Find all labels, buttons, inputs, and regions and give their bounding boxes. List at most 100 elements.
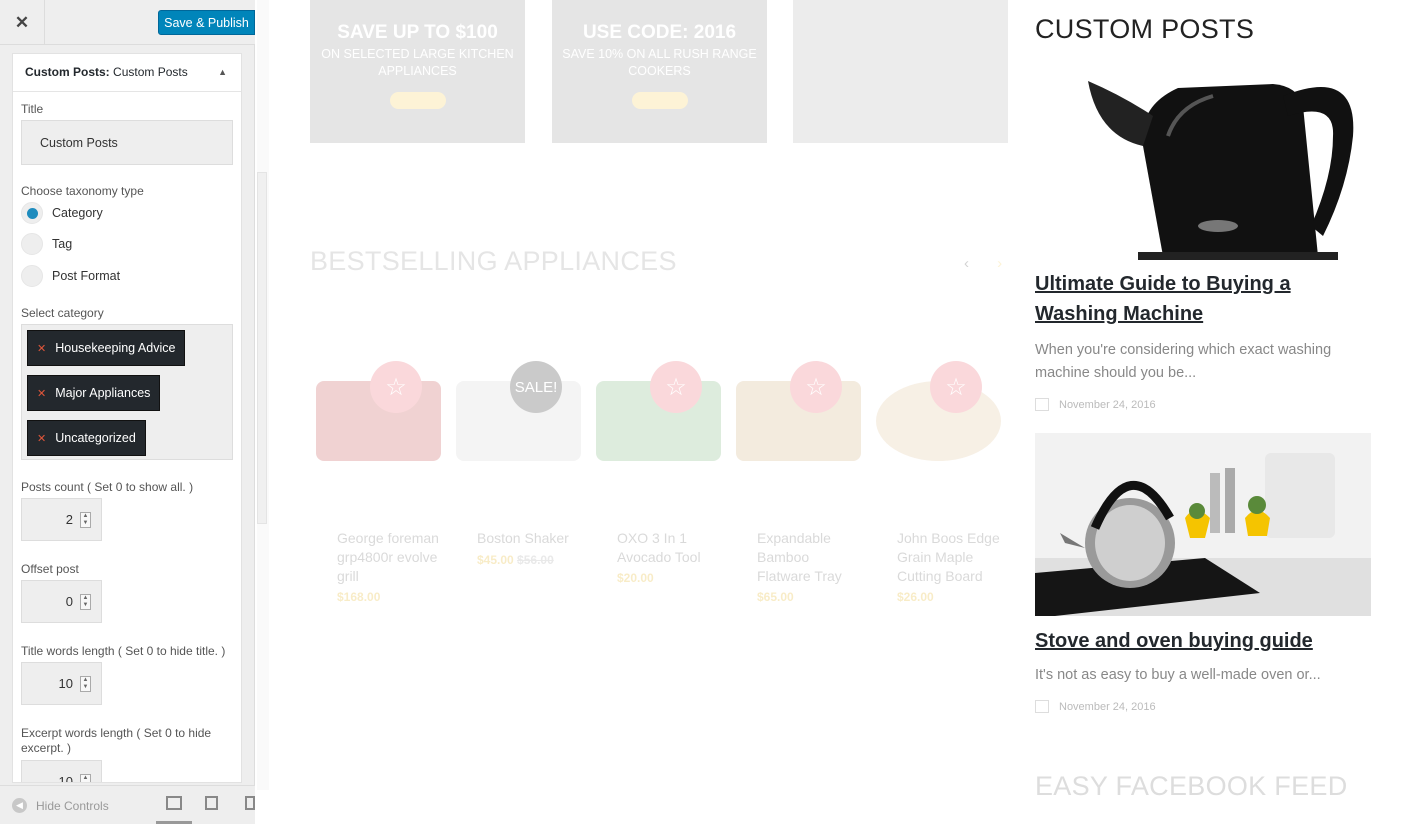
star-icon[interactable]: ☆: [650, 361, 702, 413]
posts-count-value: 2: [65, 512, 73, 527]
category-chip[interactable]: ✕ Uncategorized: [27, 420, 146, 456]
chip-label: Housekeeping Advice: [55, 341, 176, 355]
post-title-link[interactable]: Ultimate Guide to Buying a Washing Machi…: [1035, 269, 1375, 329]
close-icon[interactable]: ✕: [0, 0, 45, 45]
sale-badge: SALE!: [510, 361, 562, 413]
promo-heading: USE CODE: 2016: [582, 22, 737, 43]
post-excerpt: When you're considering which exact wash…: [1035, 342, 1332, 381]
chevron-right-icon[interactable]: ›: [997, 255, 1002, 272]
spinner-icon[interactable]: ▲▼: [80, 512, 91, 528]
post-title-link[interactable]: Stove and oven buying guide: [1035, 626, 1375, 656]
hide-controls-button[interactable]: ◀ Hide Controls: [12, 798, 109, 813]
radio-tag[interactable]: Tag: [21, 233, 72, 255]
calendar-icon: [1035, 700, 1049, 713]
promo-subtext: ON SELECTED LARGE KITCHEN APPLIANCES: [321, 47, 514, 78]
product-card[interactable]: ☆ John Boos Edge Grain Maple Cutting Boa…: [870, 336, 1010, 621]
post-image-stove[interactable]: [1035, 433, 1371, 616]
old-price: $56.00: [517, 553, 554, 567]
excerpt-words-label: Excerpt words length ( Set 0 to hide exc…: [21, 726, 212, 755]
taxonomy-label: Choose taxonomy type: [21, 184, 144, 198]
category-multiselect[interactable]: ✕ Housekeeping Advice ✕ Major Appliances…: [21, 324, 233, 460]
post-date-text: November 24, 2016: [1059, 700, 1156, 713]
facebook-feed-title: EASY FACEBOOK FEED: [1035, 771, 1348, 801]
posts-count-input[interactable]: 2 ▲ ▼: [21, 498, 102, 541]
product-price: $65.00: [757, 590, 794, 604]
site-preview: SAVE UP TO $100 ON SELECTED LARGE KITCHE…: [269, 0, 1411, 824]
radio-label: Category: [52, 206, 103, 220]
tablet-icon[interactable]: [205, 796, 218, 810]
promo-banner[interactable]: SAVE UP TO $100 ON SELECTED LARGE KITCHE…: [310, 0, 525, 143]
product-price: $20.00: [617, 571, 654, 585]
product-name[interactable]: OXO 3 In 1 Avocado Tool: [617, 529, 725, 567]
customizer-header: ✕ Save & Publish: [0, 0, 255, 45]
promo-banner[interactable]: [793, 0, 1008, 143]
title-words-label: Title words length ( Set 0 to hide title…: [21, 644, 226, 658]
section-title: BESTSELLING APPLIANCES: [310, 246, 677, 276]
post-excerpt: It's not as easy to buy a well-made oven…: [1035, 667, 1321, 683]
calendar-icon: [1035, 398, 1049, 411]
brand-badge: [1198, 220, 1238, 232]
category-chip[interactable]: ✕ Housekeeping Advice: [27, 330, 186, 366]
radio-label: Tag: [52, 237, 73, 251]
product-name[interactable]: Expandable Bamboo Flatware Tray: [757, 529, 865, 586]
remove-icon[interactable]: ✕: [37, 342, 46, 355]
save-publish-button[interactable]: Save & Publish: [158, 10, 255, 35]
radio-category[interactable]: Category: [21, 202, 103, 224]
promo-button[interactable]: [389, 92, 446, 109]
spinner-icon[interactable]: ▲▼: [80, 676, 91, 692]
spinner-icon[interactable]: ▲▼: [80, 594, 91, 610]
product-name[interactable]: Boston Shaker: [477, 529, 585, 548]
promo-heading: SAVE UP TO $100: [337, 22, 498, 43]
remove-icon[interactable]: ✕: [37, 387, 46, 400]
chevron-left-icon[interactable]: ‹: [964, 255, 969, 272]
hide-controls-label: Hide Controls: [36, 798, 109, 813]
star-icon[interactable]: ☆: [930, 361, 982, 413]
widget-panel: Custom Posts: Custom Posts ▲ Title Custo…: [12, 53, 242, 783]
product-card[interactable]: ☆ Expandable Bamboo Flatware Tray $65.00: [730, 336, 870, 621]
product-card[interactable]: ☆ George foreman grp4800r evolve grill $…: [310, 336, 450, 621]
sale-price: $45.00: [477, 553, 514, 567]
posts-count-label: Posts count ( Set 0 to show all. ): [21, 480, 194, 494]
mobile-icon[interactable]: [245, 796, 255, 810]
star-icon[interactable]: ☆: [790, 361, 842, 413]
carousel-arrows[interactable]: ‹ ›: [964, 255, 1026, 272]
remove-icon[interactable]: ✕: [37, 432, 46, 445]
widget-header[interactable]: Custom Posts: Custom Posts ▲: [13, 54, 241, 92]
product-card[interactable]: SALE! Boston Shaker $45.00 $56.00: [450, 336, 590, 621]
radio-button[interactable]: [21, 265, 43, 287]
product-card[interactable]: ☆ OXO 3 In 1 Avocado Tool $20.00: [590, 336, 730, 621]
product-name[interactable]: John Boos Edge Grain Maple Cutting Board: [897, 529, 1005, 586]
radio-label: Post Format: [52, 269, 121, 283]
offset-label: Offset post: [21, 562, 79, 576]
category-label: Select category: [21, 306, 104, 320]
chip-label: Uncategorized: [55, 431, 136, 445]
excerpt-words-value: 10: [58, 774, 73, 783]
desktop-icon[interactable]: [166, 796, 182, 810]
post-date: November 24, 2016: [1035, 398, 1156, 411]
title-input[interactable]: Custom Posts: [21, 120, 233, 165]
spinner-icon[interactable]: ▲▼: [80, 774, 91, 782]
widget-header-prefix: Custom Posts:: [25, 65, 110, 79]
offset-input[interactable]: 0 ▲ ▼: [21, 580, 102, 623]
post-image-kettle[interactable]: [1083, 76, 1358, 260]
category-chip[interactable]: ✕ Major Appliances: [27, 375, 161, 411]
offset-value: 0: [65, 594, 73, 609]
promo-button[interactable]: [631, 92, 688, 109]
product-price: $26.00: [897, 590, 934, 604]
collapse-arrow-icon[interactable]: ▲: [218, 67, 227, 77]
title-words-value: 10: [58, 676, 73, 691]
promo-banner[interactable]: USE CODE: 2016 SAVE 10% ON ALL RUSH RANG…: [552, 0, 767, 143]
radio-post-format[interactable]: Post Format: [21, 265, 120, 287]
scrollbar-thumb[interactable]: [257, 172, 267, 524]
post-date: November 24, 2016: [1035, 700, 1156, 713]
radio-button-selected[interactable]: [21, 202, 43, 224]
product-price: $45.00 $56.00: [477, 553, 554, 567]
collapse-icon: ◀: [12, 798, 27, 813]
title-words-input[interactable]: 10 ▲ ▼: [21, 662, 102, 705]
widget-header-name: Custom Posts: [113, 65, 188, 79]
star-icon[interactable]: ☆: [370, 361, 422, 413]
product-name[interactable]: George foreman grp4800r evolve grill: [337, 529, 445, 586]
custom-posts-title: CUSTOM POSTS: [1035, 14, 1255, 44]
excerpt-words-input[interactable]: 10 ▲▼: [21, 760, 102, 783]
radio-button[interactable]: [21, 233, 43, 255]
